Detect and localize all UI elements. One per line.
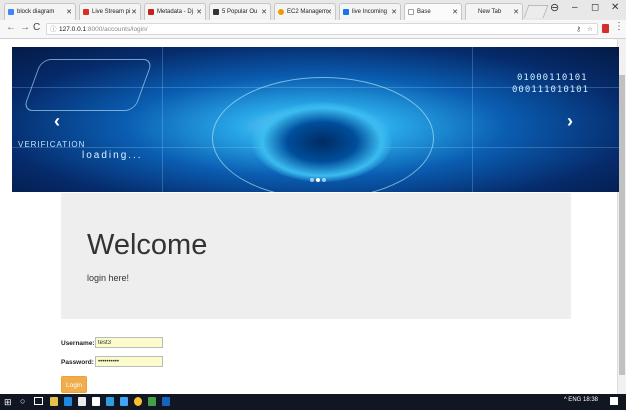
tab-label: 5 Popular Ou bbox=[222, 9, 258, 15]
carousel-prev-icon[interactable]: ‹ bbox=[54, 111, 60, 132]
bookmark-star-icon[interactable]: ☆ bbox=[587, 24, 593, 36]
tab-label: block diagram bbox=[17, 9, 55, 15]
carousel-next-icon[interactable]: › bbox=[567, 111, 573, 132]
carousel-indicators bbox=[310, 169, 328, 187]
carousel-indicator-active[interactable] bbox=[316, 178, 320, 182]
browser-tab[interactable]: EC2 Managem ✕ bbox=[274, 3, 336, 20]
reload-icon[interactable]: C bbox=[33, 22, 40, 33]
hero-carousel: 01000110101 000111010101 VERIFICATION lo… bbox=[12, 47, 619, 192]
url-host: 127.0.0.1 bbox=[59, 26, 87, 33]
key-icon[interactable]: ⚷ bbox=[576, 24, 581, 36]
maximize-button[interactable]: ◻ bbox=[591, 2, 599, 13]
welcome-jumbotron: Welcome login here! bbox=[61, 193, 571, 319]
profile-icon[interactable]: ⊖ bbox=[550, 1, 559, 14]
browser-tab[interactable]: live Incoming ✕ bbox=[339, 3, 401, 20]
password-row: Password: bbox=[61, 356, 163, 367]
close-tab-icon[interactable]: ✕ bbox=[452, 4, 458, 20]
chrome-icon[interactable] bbox=[134, 397, 142, 406]
page-favicon-icon bbox=[148, 9, 154, 15]
app-icon[interactable] bbox=[162, 397, 170, 406]
close-tab-icon[interactable]: ✕ bbox=[326, 4, 332, 20]
username-input[interactable] bbox=[95, 337, 163, 348]
forward-arrow-icon[interactable]: → bbox=[20, 22, 30, 33]
username-label: Username: bbox=[61, 340, 95, 347]
new-tab-favicon-icon bbox=[469, 9, 475, 15]
tab-label: Metadata - Dj bbox=[157, 9, 194, 15]
binary-text: 000111010101 bbox=[512, 85, 590, 95]
page-favicon-icon bbox=[213, 9, 219, 15]
app-icon[interactable] bbox=[120, 397, 128, 406]
tab-label: live Incoming bbox=[352, 9, 388, 15]
new-tab-button[interactable] bbox=[523, 5, 549, 18]
close-tab-icon[interactable]: ✕ bbox=[261, 4, 267, 20]
page-subtitle: login here! bbox=[87, 273, 130, 283]
carousel-indicator[interactable] bbox=[322, 178, 326, 182]
loading-label: loading... bbox=[82, 150, 143, 161]
tab-label: Live Stream pi bbox=[92, 9, 131, 15]
app-icon[interactable] bbox=[148, 397, 156, 406]
menu-kebab-icon[interactable]: ⋮ bbox=[614, 21, 624, 32]
minimize-button[interactable]: – bbox=[572, 2, 578, 13]
browser-tab[interactable]: 5 Popular Ou ✕ bbox=[209, 3, 271, 20]
browser-tab[interactable]: New Tab ✕ bbox=[465, 3, 523, 20]
close-tab-icon[interactable]: ✕ bbox=[196, 4, 202, 20]
document-favicon-icon bbox=[408, 9, 414, 15]
page-title: Welcome bbox=[87, 229, 208, 261]
info-icon[interactable]: ⓘ bbox=[50, 24, 57, 36]
login-button[interactable]: Login bbox=[61, 376, 87, 393]
verification-label: VERIFICATION bbox=[18, 140, 86, 149]
username-row: Username: bbox=[61, 337, 163, 348]
url-path: :8000/accounts/login/ bbox=[86, 26, 148, 33]
scrollbar-thumb[interactable] bbox=[619, 75, 625, 375]
password-input[interactable] bbox=[95, 356, 163, 367]
browser-tab-strip: block diagram ✕ Live Stream pi ✕ Metadat… bbox=[0, 0, 626, 20]
hexagon-frame bbox=[22, 59, 154, 111]
search-circle-icon[interactable]: ○ bbox=[20, 396, 25, 406]
windows-taskbar: ⊞ ○ ^ ENG 18:38 bbox=[0, 394, 626, 410]
edge-browser-icon[interactable] bbox=[64, 397, 72, 406]
browser-tab[interactable]: Live Stream pi ✕ bbox=[79, 3, 141, 20]
close-window-button[interactable]: ✕ bbox=[611, 2, 619, 13]
close-tab-icon[interactable]: ✕ bbox=[66, 4, 72, 20]
extension-icon[interactable] bbox=[602, 24, 609, 33]
aws-favicon-icon bbox=[278, 9, 284, 15]
app-icon[interactable] bbox=[106, 397, 114, 406]
windows-start-icon[interactable]: ⊞ bbox=[4, 397, 12, 408]
store-icon[interactable] bbox=[78, 397, 86, 406]
gmail-favicon-icon bbox=[83, 9, 89, 15]
browser-tab[interactable]: Metadata - Dj ✕ bbox=[144, 3, 206, 20]
password-label: Password: bbox=[61, 359, 94, 366]
notifications-icon[interactable] bbox=[610, 397, 618, 405]
tab-label: EC2 Managem bbox=[287, 9, 328, 15]
browser-tab[interactable]: block diagram ✕ bbox=[4, 3, 76, 20]
tab-label: New Tab bbox=[478, 9, 502, 15]
page-favicon-icon bbox=[343, 9, 349, 15]
browser-tab-active[interactable]: Base ✕ bbox=[404, 3, 462, 20]
tab-label: Base bbox=[417, 9, 431, 15]
url-input[interactable]: ⓘ 127.0.0.1:8000/accounts/login/ ⚷ ☆ bbox=[46, 23, 598, 35]
close-tab-icon[interactable]: ✕ bbox=[513, 4, 519, 20]
task-view-icon[interactable] bbox=[34, 397, 43, 405]
file-explorer-icon[interactable] bbox=[50, 397, 58, 406]
close-tab-icon[interactable]: ✕ bbox=[131, 4, 137, 20]
system-tray-text[interactable]: ^ ENG 18:38 bbox=[564, 397, 598, 403]
back-arrow-icon[interactable]: ← bbox=[6, 22, 16, 33]
google-favicon-icon bbox=[8, 9, 14, 15]
address-bar-row: ← → C ⓘ 127.0.0.1:8000/accounts/login/ ⚷… bbox=[0, 20, 626, 39]
mail-icon[interactable] bbox=[92, 397, 100, 406]
close-tab-icon[interactable]: ✕ bbox=[391, 4, 397, 20]
carousel-indicator[interactable] bbox=[310, 178, 314, 182]
binary-text: 01000110101 bbox=[517, 73, 588, 83]
